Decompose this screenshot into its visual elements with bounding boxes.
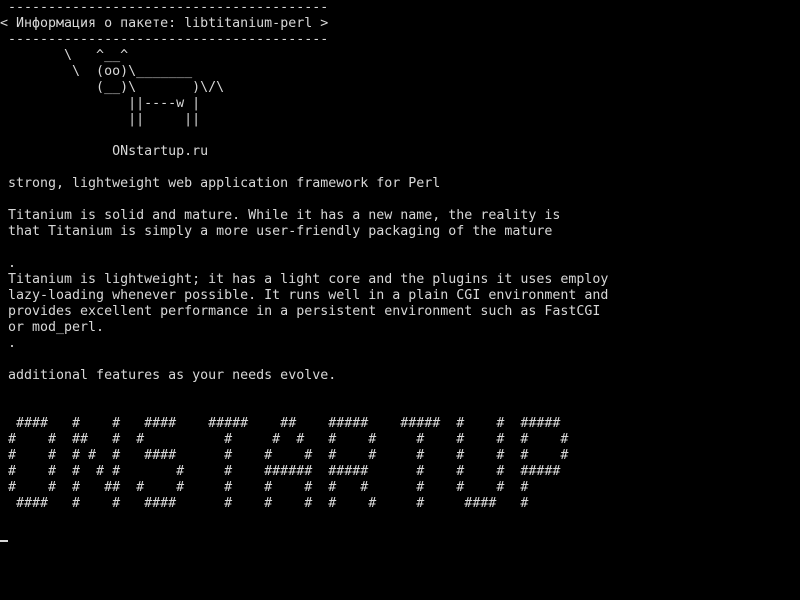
terminal-screen[interactable]: ----------------------------------------… xyxy=(0,0,800,600)
terminal-cursor xyxy=(0,540,8,542)
speech-bubble-top-border: ---------------------------------------- xyxy=(8,0,329,15)
description-line: that Titanium is simply a more user-frie… xyxy=(8,224,553,239)
banner-ascii-line: # # # # # # # ###### ##### # # # ##### xyxy=(8,464,561,479)
cow-ascii-art-line: (__)\ )\/\ xyxy=(8,80,225,95)
cow-ascii-art-line: ||----w | xyxy=(8,96,201,111)
description-line: Titanium is lightweight; it has a light … xyxy=(8,272,609,287)
description-line: lazy-loading whenever possible. It runs … xyxy=(8,288,609,303)
banner-ascii-line: #### # # #### # # # # # # #### # xyxy=(8,496,529,511)
banner-ascii-line: # # # # # #### # # # # # # # # # # xyxy=(8,448,569,463)
banner-ascii-line: # # # ## # # # # # # # # # # # xyxy=(8,480,529,495)
description-line: Titanium is solid and mature. While it h… xyxy=(8,208,561,223)
cow-ascii-art-line: || || xyxy=(8,112,201,127)
description-line: or mod_perl. xyxy=(8,320,105,335)
paragraph-separator: . xyxy=(8,256,17,271)
banner-ascii-line: # # ## # # # # # # # # # # # # xyxy=(8,432,569,447)
description-line: additional features as your needs evolve… xyxy=(8,368,337,383)
cow-ascii-art-line: \ ^__^ xyxy=(8,48,129,63)
site-name: ONstartup.ru xyxy=(8,144,209,159)
package-summary: strong, lightweight web application fram… xyxy=(8,176,441,191)
banner-ascii-line: #### # # #### ##### ## ##### ##### # # #… xyxy=(8,416,561,431)
speech-bubble-bottom-border: ---------------------------------------- xyxy=(0,32,329,47)
description-line: provides excellent performance in a pers… xyxy=(8,304,601,319)
paragraph-separator: . xyxy=(8,336,17,351)
speech-bubble-text: < Информация о пакете: libtitanium-perl … xyxy=(0,16,329,31)
cow-ascii-art-line: \ (oo)\_______ xyxy=(8,64,193,79)
